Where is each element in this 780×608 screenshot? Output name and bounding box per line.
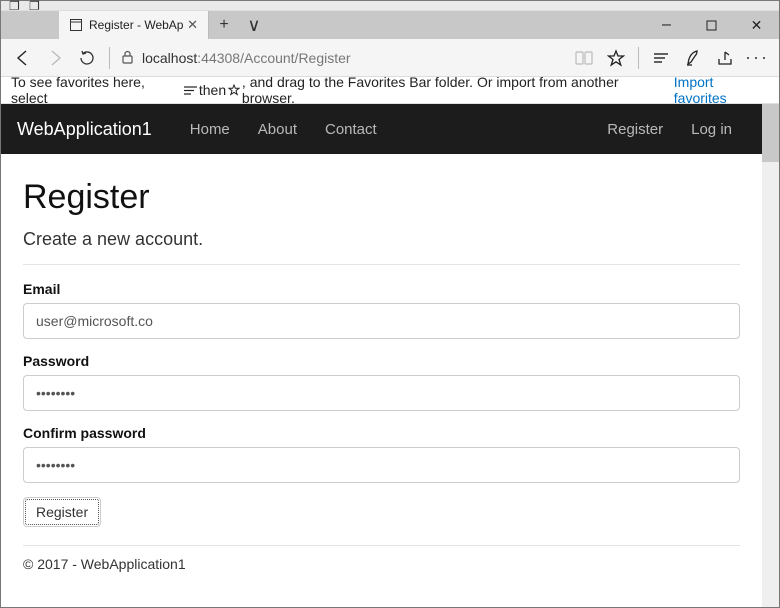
nav-home[interactable]: Home bbox=[190, 121, 230, 138]
page-viewport: WebApplication1 Home About Contact Regis… bbox=[1, 104, 779, 607]
hub-icon[interactable] bbox=[645, 42, 677, 74]
nav-login[interactable]: Log in bbox=[691, 121, 732, 138]
site-navbar: WebApplication1 Home About Contact Regis… bbox=[1, 104, 762, 154]
maximize-button[interactable] bbox=[689, 11, 734, 39]
scrollbar-thumb[interactable] bbox=[762, 104, 779, 162]
nav-register[interactable]: Register bbox=[607, 121, 663, 138]
page-title: Register bbox=[23, 178, 740, 217]
minimize-button[interactable]: – bbox=[644, 11, 689, 39]
browser-toolbar: localhost:44308/Account/Register ··· bbox=[1, 39, 779, 77]
window-titlebar-strip: ❐ ❐ bbox=[1, 1, 779, 11]
import-favorites-link[interactable]: Import favorites bbox=[674, 74, 769, 106]
password-field[interactable] bbox=[23, 375, 740, 411]
more-icon[interactable]: ··· bbox=[741, 42, 773, 74]
close-window-button[interactable]: ✕ bbox=[734, 11, 779, 39]
register-button[interactable]: Register bbox=[23, 497, 101, 527]
refresh-button[interactable] bbox=[71, 42, 103, 74]
brand-link[interactable]: WebApplication1 bbox=[17, 119, 152, 140]
form-group-confirm: Confirm password bbox=[23, 425, 740, 483]
star-glyph-icon bbox=[226, 84, 242, 96]
reading-view-icon[interactable] bbox=[568, 42, 600, 74]
overlapping-windows-icon: ❐ bbox=[9, 0, 20, 13]
page-footer: © 2017 - WebApplication1 bbox=[23, 556, 740, 572]
favorite-star-icon[interactable] bbox=[600, 42, 632, 74]
lock-icon bbox=[116, 50, 138, 65]
nav-contact[interactable]: Contact bbox=[325, 121, 377, 138]
close-tab-icon[interactable]: ✕ bbox=[187, 17, 198, 33]
new-tab-button[interactable]: + bbox=[209, 16, 239, 34]
confirm-password-field[interactable] bbox=[23, 447, 740, 483]
browser-tab-title: Register - WebApplicati bbox=[89, 18, 183, 32]
toolbar-separator bbox=[109, 47, 110, 69]
page-icon bbox=[69, 18, 83, 32]
forward-button[interactable] bbox=[39, 42, 71, 74]
url-host: localhost bbox=[142, 50, 197, 66]
webpage-body: WebApplication1 Home About Contact Regis… bbox=[1, 104, 762, 607]
url-path: :44308/Account/Register bbox=[197, 50, 350, 66]
browser-tab-bar: Register - WebApplicati ✕ + ∨ – ✕ bbox=[1, 11, 779, 39]
browser-tab-active[interactable]: Register - WebApplicati ✕ bbox=[59, 11, 209, 39]
share-icon[interactable] bbox=[709, 42, 741, 74]
favorites-tip: To see favorites here, select then , and… bbox=[1, 77, 779, 104]
vertical-scrollbar[interactable] bbox=[762, 104, 779, 607]
nav-about[interactable]: About bbox=[258, 121, 297, 138]
email-field[interactable] bbox=[23, 303, 740, 339]
overlapping-windows-icon: ❐ bbox=[29, 0, 40, 13]
form-group-password: Password bbox=[23, 353, 740, 411]
fav-tip-text-1: To see favorites here, select bbox=[11, 74, 183, 106]
page-subtitle: Create a new account. bbox=[23, 229, 740, 250]
back-button[interactable] bbox=[7, 42, 39, 74]
tab-controls: + ∨ bbox=[209, 11, 269, 39]
confirm-password-label: Confirm password bbox=[23, 425, 740, 441]
footer-divider bbox=[23, 545, 740, 546]
page-content: Register Create a new account. Email Pas… bbox=[1, 154, 762, 572]
fav-tip-text-3: , and drag to the Favorites Bar folder. … bbox=[242, 74, 670, 106]
hub-glyph-icon bbox=[183, 85, 199, 96]
submit-row: Register bbox=[23, 497, 740, 527]
divider bbox=[23, 264, 740, 265]
password-label: Password bbox=[23, 353, 740, 369]
fav-tip-text-2: then bbox=[199, 82, 226, 98]
tab-overflow-chevron-icon[interactable]: ∨ bbox=[239, 15, 269, 36]
form-group-email: Email bbox=[23, 281, 740, 339]
notes-icon[interactable] bbox=[677, 42, 709, 74]
window-controls: – ✕ bbox=[644, 11, 779, 39]
toolbar-separator bbox=[638, 47, 639, 69]
address-bar[interactable]: localhost:44308/Account/Register bbox=[138, 50, 568, 66]
email-label: Email bbox=[23, 281, 740, 297]
